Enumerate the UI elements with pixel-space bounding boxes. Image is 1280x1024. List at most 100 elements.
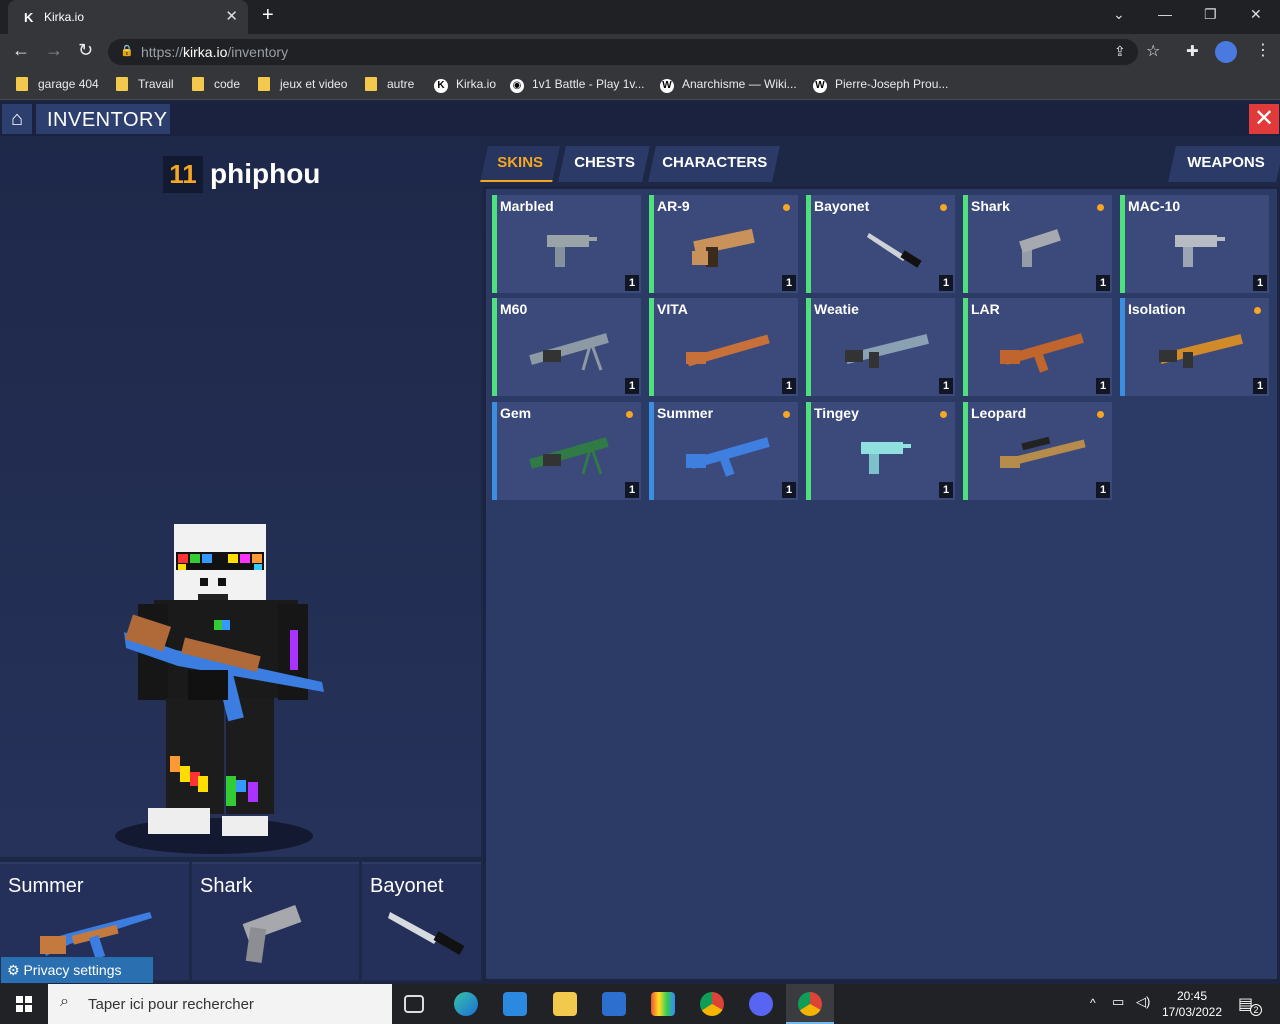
equipped-primary-name: Summer	[8, 875, 84, 897]
restore-icon[interactable]: ❐	[1204, 6, 1217, 23]
chrome-icon[interactable]	[700, 992, 724, 1016]
skin-card[interactable]: LAR 1	[963, 298, 1112, 396]
new-item-indicator	[783, 204, 790, 211]
skin-card[interactable]: Bayonet 1	[806, 195, 955, 293]
new-item-indicator	[940, 204, 947, 211]
chrome-active-taskbar-button[interactable]	[786, 984, 834, 1024]
smg-weapon-icon	[861, 442, 911, 474]
skin-card[interactable]: Shark 1	[963, 195, 1112, 293]
volume-icon[interactable]: ◁)	[1136, 994, 1150, 1010]
folder-icon	[258, 77, 270, 91]
game-top-bar	[0, 102, 1280, 136]
equipped-slot-secondary[interactable]: Shark	[192, 862, 359, 980]
skin-quantity: 1	[939, 275, 953, 291]
skin-name: Leopard	[971, 405, 1027, 421]
extensions-icon[interactable]: ✚	[1186, 42, 1199, 60]
taskbar-search[interactable]: ⌕ Taper ici pour rechercher	[48, 984, 392, 1024]
bookmark-item[interactable]: code	[192, 77, 240, 91]
wikipedia-icon: W	[813, 79, 827, 93]
clock-time: 20:45	[1176, 989, 1208, 1003]
close-tab-icon[interactable]: ✕	[225, 7, 238, 25]
close-window-icon[interactable]: ✕	[1250, 6, 1262, 23]
vscode-icon[interactable]	[503, 992, 527, 1016]
bookmark-item[interactable]: jeux et video	[258, 77, 347, 91]
cube-app-icon[interactable]	[651, 992, 675, 1016]
skin-card[interactable]: Weatie 1	[806, 298, 955, 396]
network-icon[interactable]: ▭	[1112, 994, 1124, 1010]
show-hidden-icons-icon[interactable]: ^	[1090, 996, 1096, 1010]
skin-card[interactable]: MAC-10 1	[1120, 195, 1269, 293]
tab-weapons[interactable]: WEAPONS	[1168, 146, 1280, 182]
menu-icon[interactable]: ⋮	[1255, 40, 1271, 60]
tab-characters[interactable]: CHARACTERS	[648, 146, 780, 182]
skin-card[interactable]: VITA 1	[649, 298, 798, 396]
new-item-indicator	[1097, 204, 1104, 211]
bookmark-item[interactable]: K Kirka.io	[434, 77, 496, 93]
skin-card[interactable]: Summer 1	[649, 402, 798, 500]
skin-card[interactable]: Gem 1	[492, 402, 641, 500]
tab-search-icon[interactable]: ⌄	[1113, 6, 1125, 23]
discord-icon[interactable]	[749, 992, 773, 1016]
profile-avatar[interactable]	[1215, 41, 1237, 63]
share-icon[interactable]: ⇪	[1114, 43, 1126, 60]
skin-card[interactable]: M60 1	[492, 298, 641, 396]
browser-tab[interactable]: K Kirka.io ✕	[8, 0, 248, 34]
bookmark-item[interactable]: garage 404	[16, 77, 99, 91]
home-button[interactable]: ⌂	[2, 104, 32, 134]
home-icon: ⌂	[10, 108, 24, 130]
pistol-weapon-icon	[1019, 229, 1061, 267]
bookmark-star-icon[interactable]: ☆	[1146, 41, 1160, 61]
skin-quantity: 1	[1253, 275, 1267, 291]
battle-icon: ◉	[510, 79, 524, 93]
skin-card[interactable]: Tingey 1	[806, 402, 955, 500]
taskbar-clock[interactable]: 20:45 17/03/2022	[1160, 988, 1224, 1020]
address-bar[interactable]: 🔒 https://kirka.io/inventory	[108, 39, 1138, 65]
bookmark-item[interactable]: autre	[365, 77, 414, 91]
kirka-icon: K	[434, 79, 448, 93]
forward-icon[interactable]: →	[45, 40, 63, 61]
search-icon: ⌕	[60, 993, 69, 1010]
skin-card[interactable]: AR-9 1	[649, 195, 798, 293]
skin-name: Shark	[971, 198, 1010, 214]
privacy-settings-button[interactable]: ⚙ Privacy settings	[1, 957, 153, 983]
bayonet-knife-icon	[388, 912, 465, 955]
url-domain: kirka.io	[183, 44, 228, 60]
equipped-slot-melee[interactable]: Bayonet	[362, 862, 481, 980]
new-item-indicator	[783, 411, 790, 418]
task-view-icon[interactable]	[404, 995, 424, 1013]
tab-chests[interactable]: CHESTS	[558, 146, 650, 182]
bookmark-label: jeux et video	[280, 77, 348, 91]
minimize-icon[interactable]: —	[1158, 6, 1172, 22]
skin-card[interactable]: Leopard 1	[963, 402, 1112, 500]
new-tab-button[interactable]: +	[262, 4, 274, 27]
bookmark-item[interactable]: Travail	[116, 77, 174, 91]
knife-weapon-icon	[867, 233, 922, 268]
skin-quantity: 1	[939, 482, 953, 498]
bookmark-label: Kirka.io	[456, 77, 497, 91]
bookmark-item[interactable]: W Pierre-Joseph Prou...	[813, 77, 948, 93]
close-inventory-button[interactable]: ✕	[1249, 104, 1279, 134]
bookmark-label: Anarchisme — Wiki...	[682, 77, 797, 91]
tab-skins[interactable]: SKINS	[480, 146, 560, 182]
skin-quantity: 1	[625, 482, 639, 498]
skin-quantity: 1	[1253, 378, 1267, 394]
reload-icon[interactable]: ↻	[78, 40, 93, 61]
tab-skins-label: SKINS	[497, 154, 544, 171]
bookmark-item[interactable]: ◉ 1v1 Battle - Play 1v...	[510, 77, 645, 93]
skin-card[interactable]: Isolation 1	[1120, 298, 1269, 396]
bookmark-label: Pierre-Joseph Prou...	[835, 77, 949, 91]
document-icon[interactable]	[602, 992, 626, 1016]
skin-name: Bayonet	[814, 198, 870, 214]
back-icon[interactable]: ←	[12, 40, 30, 61]
edge-icon[interactable]	[454, 992, 478, 1016]
tab-characters-label: CHARACTERS	[661, 154, 767, 171]
skin-quantity: 1	[625, 275, 639, 291]
bookmark-item[interactable]: W Anarchisme — Wiki...	[660, 77, 797, 93]
lmg-weapon-icon	[529, 437, 609, 475]
kirka-favicon-icon: K	[24, 10, 34, 25]
lock-icon: 🔒	[120, 45, 134, 57]
file-explorer-icon[interactable]	[553, 992, 577, 1016]
skin-card[interactable]: Marbled 1	[492, 195, 641, 293]
lmg-weapon-icon	[529, 333, 609, 371]
windows-start-icon[interactable]	[16, 996, 32, 1012]
